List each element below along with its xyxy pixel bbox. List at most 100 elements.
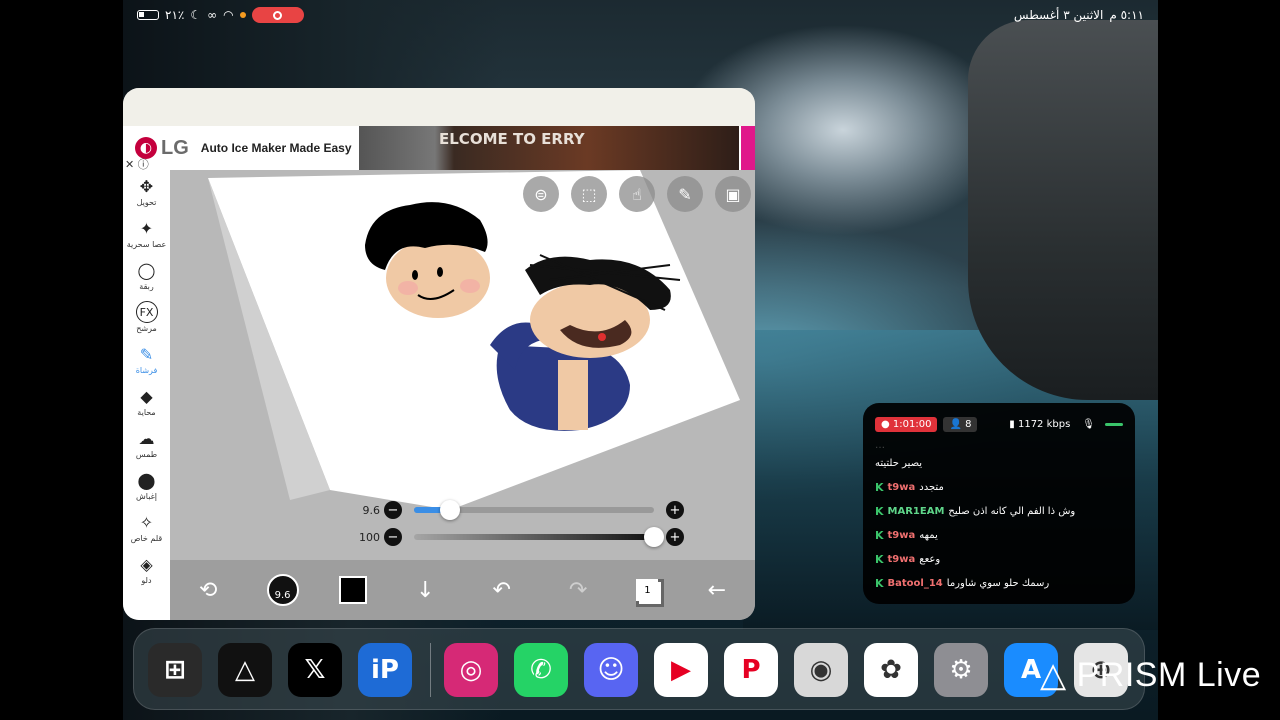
link-icon: ∞ [207,8,218,22]
record-icon [273,10,283,20]
brush-size-plus-button[interactable]: + [666,501,684,519]
opacity-minus-button[interactable]: − [384,528,402,546]
fx-icon: FX [135,301,158,323]
tool-magic-wand[interactable]: ✦ عصا سحرية [123,212,170,254]
instagram-icon[interactable]: ◎ [444,643,498,697]
whatsapp-icon[interactable]: ✆ [514,643,568,697]
tool-filter[interactable]: FX مرشح [123,296,170,338]
kick-icon: K [875,552,884,566]
tool-brush[interactable]: ✎ فرشاة [123,338,170,380]
transform-tool-icon[interactable]: ⟲ [190,572,226,608]
opacity-value: 100 [359,530,380,544]
opacity-slider[interactable] [414,527,664,547]
pen-icon[interactable]: ✎ [667,176,703,212]
mic-icon: 🎙 [1082,418,1095,430]
home-screen: ٢١٪ ☾ ∞ ◠ الاثنين ٣ أغسطس ٥:١١ م ◐ LG Au… [123,0,1158,720]
brush-size-value: 9.6 [362,503,381,517]
x-icon[interactable]: 𝕏 [288,643,342,697]
toggle-icon[interactable]: ⊜ [523,176,559,212]
photos-icon[interactable]: ✿ [864,643,918,697]
chat-header: ● 1:01:00 👤 8 ▮ 1172 kbps 🎙 [875,415,1123,433]
bitrate: ▮ 1172 kbps [1009,418,1071,430]
window-title-bar[interactable] [123,88,755,126]
live-timer: ● 1:01:00 [875,416,938,432]
left-cheek [398,281,418,295]
redo-icon[interactable]: ↷ [560,572,596,608]
brush-preview-button[interactable]: 9.6 [266,574,299,606]
ibispaint-window[interactable]: ◐ LG Auto Ice Maker Made Easy ELCOME TO … [123,88,755,620]
color-picker-button[interactable] [338,576,367,604]
brush-size-minus-button[interactable]: − [384,501,402,519]
back-arrow-icon[interactable]: ← [699,572,735,608]
layer-count: 1 [644,584,651,596]
left-face [386,238,490,318]
status-date: الاثنين ٣ أغسطس [1013,8,1104,22]
status-time: ٥:١١ م [1109,8,1144,22]
tool-transform[interactable]: ✥ تحويل [123,170,170,212]
chat-messages: … يصير حلتيته Kt9wa متجدد K MAR1EAM وش ذا ا… [875,439,1123,595]
ad-brand: LG [161,136,189,159]
chat-message: K MAR1EAM وش ذا الفم الي كانه اذن صليح [875,504,1076,518]
pinterest-icon[interactable]: P [724,643,778,697]
status-bar-right: الاثنين ٣ أغسطس ٥:١١ م [1014,6,1144,24]
canvas-top-buttons: ⊜ ⬚ ☝ ✎ ▣ [523,176,751,212]
settings-icon[interactable]: ⚙ [934,643,988,697]
undo-icon[interactable]: ↶ [484,572,520,608]
brush-size-thumb[interactable] [440,500,460,520]
move-icon: ✥ [139,176,154,196]
camera-icon[interactable]: ◉ [794,643,848,697]
discord-icon[interactable]: ☺ [584,643,638,697]
ad-banner[interactable]: ◐ LG Auto Ice Maker Made Easy ELCOME TO … [123,126,755,171]
bottom-toolbar: ⟲ 9.6 ↓ ↶ ↷ 1 ← [170,560,755,620]
signal-icon: ▮ [1009,418,1015,430]
tool-special-pen[interactable]: ✧ قلم خاص [123,506,170,548]
drawing-canvas[interactable]: ⊜ ⬚ ☝ ✎ ▣ 9.6 − + 100 − + [170,170,755,560]
screen-record-indicator[interactable] [251,7,304,23]
brush-size-label: 9.6 [274,590,291,601]
selection-icon[interactable]: ⬚ [571,176,607,212]
tool-bucket[interactable]: ◈ دلو [123,548,170,590]
chat-message: Kt9wa متجدد [875,480,944,494]
tool-smudge[interactable]: ☁ طمس [123,422,170,464]
mic-level-bar [1105,422,1123,426]
chat-message: Kt9wa وععع [875,552,941,566]
chat-message: K Batool_14 رسمك حلو سوي شاورما [875,576,1050,590]
live-chat-overlay: ● 1:01:00 👤 8 ▮ 1172 kbps 🎙 … يصير حلتيت… [863,403,1135,604]
bucket-icon: ◈ [140,554,153,574]
brush-size-slider[interactable] [414,500,654,520]
tool-eraser[interactable]: ◆ محاية [123,380,170,422]
smudge-icon: ☁ [138,428,155,448]
ad-image-caption: ELCOME TO ERRY [439,130,585,148]
ibispaint-icon[interactable]: iP [358,643,412,697]
prism-live-watermark: △ PRISM Live [1040,656,1262,694]
tool-blur[interactable]: ⬤ إغباش [123,464,170,506]
app-folder-icon[interactable]: ⊞ [148,643,202,697]
image-icon[interactable]: ▣ [715,176,751,212]
battery-percent: ٢١٪ [165,8,185,22]
tongue [598,333,606,341]
ad-image[interactable]: ELCOME TO ERRY [359,126,739,170]
status-bar-left: ٢١٪ ☾ ∞ ◠ [137,6,304,24]
youtube-icon[interactable]: ▶ [654,643,708,697]
dock-separator [430,643,431,697]
kick-icon: K [875,480,884,494]
viewer-count: 👤 8 [943,416,978,432]
brush-size-slider-row: 9.6 − + [350,500,684,520]
download-arrow-icon[interactable]: ↓ [407,572,443,608]
tool-sidebar: ✥ تحويل ✦ عصا سحرية ◯ ربقة FX مرشح ✎ فرشاة ◆ م… [123,170,170,620]
opacity-thumb[interactable] [644,527,664,547]
prism-logo-icon: △ [1040,656,1067,694]
opacity-plus-button[interactable]: + [666,528,684,546]
right-eye [437,267,443,277]
brush-icon: ✎ [139,344,154,364]
kick-icon: K [875,528,884,542]
eraser-icon: ◆ [140,386,153,406]
layers-button[interactable]: 1 [636,579,659,601]
kick-icon: K [875,576,884,590]
tool-lasso[interactable]: ◯ ربقة [123,254,170,296]
left-eye [412,270,418,280]
chat-message: يصير حلتيته [875,457,923,469]
prism-icon[interactable]: △ [218,643,272,697]
ad-headline: Auto Ice Maker Made Easy [200,141,352,155]
touch-icon[interactable]: ☝ [619,176,655,212]
